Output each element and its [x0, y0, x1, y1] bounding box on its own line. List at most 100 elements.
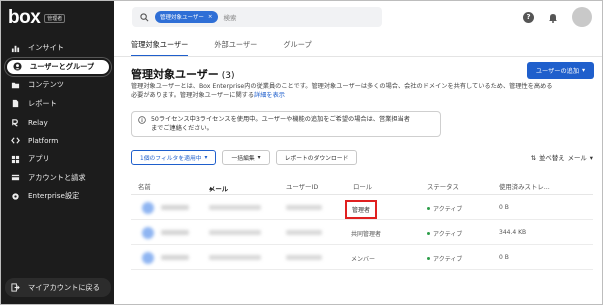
sort-control[interactable]: ⇅ 並べ替え メール ▾	[531, 153, 593, 163]
top-icons: ?	[523, 7, 592, 27]
description-text: 必要があります。管理対象ユーザーに関する	[131, 92, 255, 99]
sidebar-item-apps[interactable]: アプリ	[5, 150, 111, 168]
role-cell-highlighted: 管理者	[345, 200, 378, 219]
description-line-1: 管理対象ユーザーとは、Box Enterprise内の従業員のことです。管理対象…	[131, 83, 553, 90]
gear-icon	[11, 192, 20, 201]
filter-button[interactable]: 1個のフィルタを適用中 ▾	[131, 150, 217, 165]
sidebar-nav: インサイト ユーザーとグループ コンテンツ レポート Relay Platfor…	[5, 39, 111, 206]
sidebar-item-enterprise-settings[interactable]: Enterprise設定	[5, 187, 111, 205]
exit-icon	[11, 283, 20, 292]
license-notice: 50ライセンス中3ライセンスを使用中。ユーザーや機能の追加をご希望の場合は、営業…	[131, 111, 441, 137]
status-text: アクティブ	[433, 206, 463, 213]
storage-cell: 344.4 KB	[499, 229, 527, 236]
column-header-storage[interactable]: 使用済みストレ...	[499, 182, 550, 191]
sidebar-item-relay[interactable]: Relay	[5, 113, 111, 131]
sidebar-item-platform[interactable]: Platform	[5, 132, 111, 150]
status-dot-icon	[427, 207, 430, 210]
redacted-name	[161, 205, 189, 210]
page-description: 管理対象ユーザーとは、Box Enterprise内の従業員のことです。管理対象…	[131, 82, 593, 100]
relay-icon	[11, 118, 20, 127]
redacted-email	[209, 205, 261, 210]
role-cell: 共同管理者	[351, 231, 382, 238]
status-dot-icon	[427, 232, 430, 235]
search-bar[interactable]: 管理対象ユーザー × 検索	[132, 7, 382, 27]
bar-chart-icon	[11, 44, 20, 53]
action-bar: 1個のフィルタを適用中 ▾ 一括編集 ▾ レポートのダウンロード	[131, 150, 358, 165]
learn-more-link[interactable]: 詳細を表示	[254, 92, 285, 99]
sidebar-item-label: Enterprise設定	[28, 191, 80, 200]
sidebar-item-users-groups[interactable]: ユーザーとグループ	[5, 57, 111, 76]
chevron-down-icon: ▾	[582, 67, 586, 74]
tab-bar: 管理対象ユーザー 外部ユーザー グループ	[131, 40, 312, 57]
sort-label: 並べ替え	[539, 154, 565, 162]
search-input[interactable]: 検索	[224, 12, 237, 22]
sidebar-item-label: Relay	[28, 117, 48, 127]
close-icon[interactable]: ×	[208, 14, 213, 20]
column-header-status[interactable]: ステータス	[427, 182, 459, 191]
avatar	[142, 227, 154, 239]
column-header-role[interactable]: ロール	[353, 182, 372, 191]
table-header-divider	[131, 194, 593, 195]
role-cell: メンバー	[351, 256, 376, 263]
sidebar: box 管理者 インサイト ユーザーとグループ コンテンツ レポート Relay…	[1, 1, 114, 304]
sidebar-item-insights[interactable]: インサイト	[5, 39, 111, 57]
redacted-email	[209, 230, 261, 235]
storage-cell: 0 B	[499, 204, 509, 211]
sort-asc-icon: ▴	[209, 184, 213, 192]
search-scope-chip[interactable]: 管理対象ユーザー ×	[155, 11, 218, 23]
tab-groups[interactable]: グループ	[283, 40, 311, 57]
sidebar-item-account-billing[interactable]: アカウントと請求	[5, 169, 111, 187]
sidebar-item-label: レポート	[28, 98, 57, 108]
license-notice-text: 50ライセンス中3ライセンスを使用中。ユーザーや機能の追加をご希望の場合は、営業…	[151, 115, 410, 133]
page-title-text: 管理対象ユーザー	[131, 68, 219, 81]
chevron-down-icon: ▾	[204, 154, 208, 161]
sidebar-item-label: インサイト	[28, 43, 64, 52]
license-notice-line-2: までご連絡ください。	[151, 125, 213, 132]
top-bar: 管理対象ユーザー × 検索 ?	[114, 1, 602, 33]
sidebar-item-label: コンテンツ	[28, 80, 64, 89]
redacted-name	[161, 255, 189, 260]
redacted-name	[161, 230, 189, 235]
bulk-edit-label: 一括編集	[231, 156, 255, 162]
avatar[interactable]	[572, 7, 592, 27]
status-text: アクティブ	[433, 256, 463, 263]
sidebar-item-label: アカウントと請求	[28, 172, 86, 182]
box-logo: box	[8, 7, 41, 28]
column-header-user-id[interactable]: ユーザーID	[286, 182, 318, 191]
download-report-button[interactable]: レポートのダウンロード	[275, 150, 358, 165]
search-icon	[140, 12, 149, 21]
chevron-down-icon: ▾	[589, 153, 593, 162]
folder-icon	[11, 81, 20, 90]
avatar	[142, 252, 154, 264]
help-icon[interactable]: ?	[523, 11, 534, 23]
info-icon	[138, 116, 146, 124]
status-dot-icon	[427, 257, 430, 260]
status-cell: アクティブ	[427, 204, 462, 213]
tab-managed-users[interactable]: 管理対象ユーザー	[131, 40, 189, 57]
admin-badge: 管理者	[44, 13, 66, 23]
table-row[interactable]: 管理者 アクティブ 0 B	[131, 196, 593, 220]
back-to-my-account-label: マイアカウントに戻る	[28, 282, 100, 292]
sidebar-item-label: Platform	[28, 136, 59, 145]
add-user-label: ユーザーの追加	[535, 68, 580, 75]
card-icon	[11, 173, 20, 182]
sidebar-item-content[interactable]: コンテンツ	[5, 76, 111, 94]
brand[interactable]: box 管理者	[8, 7, 66, 29]
document-icon	[11, 99, 20, 108]
table-row[interactable]: メンバー アクティブ 0 B	[131, 246, 593, 270]
bulk-edit-button[interactable]: 一括編集 ▾	[222, 150, 270, 165]
storage-cell: 0 B	[499, 254, 509, 261]
bell-icon[interactable]	[548, 12, 558, 23]
tab-external-users[interactable]: 外部ユーザー	[214, 40, 257, 57]
redacted-email	[209, 255, 261, 260]
sidebar-item-reports[interactable]: レポート	[5, 95, 111, 113]
user-count: (3)	[221, 71, 235, 81]
sidebar-item-label: ユーザーとグループ	[30, 61, 95, 71]
table-row[interactable]: 共同管理者 アクティブ 344.4 KB	[131, 221, 593, 245]
search-scope-label: 管理対象ユーザー	[160, 15, 204, 21]
add-user-button[interactable]: ユーザーの追加 ▾	[527, 62, 594, 79]
filter-label: 1個のフィルタを適用中	[140, 156, 202, 162]
back-to-my-account-button[interactable]: マイアカウントに戻る	[5, 278, 111, 297]
column-header-name[interactable]: 名前	[138, 182, 151, 191]
description-line-2: 必要があります。管理対象ユーザーに関する詳細を表示	[131, 91, 593, 100]
